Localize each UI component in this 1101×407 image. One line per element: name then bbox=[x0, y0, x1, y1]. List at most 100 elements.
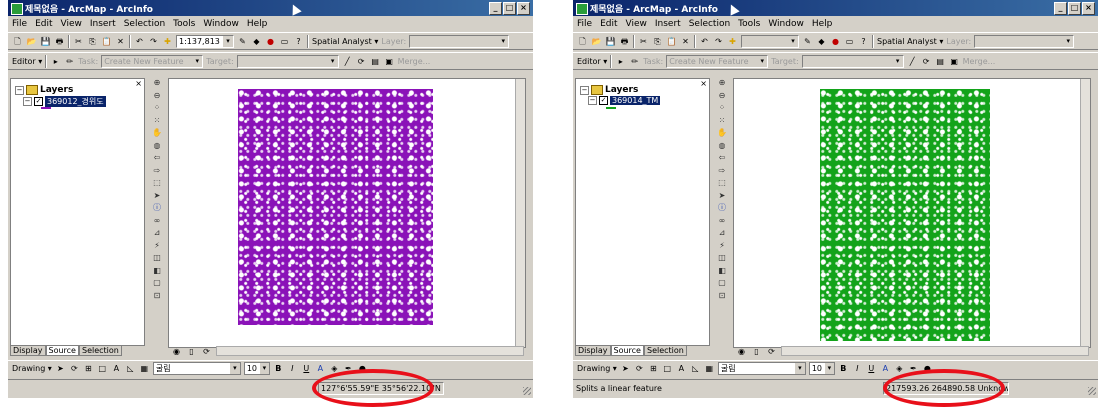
sketch-properties-icon[interactable]: ▣ bbox=[384, 56, 395, 67]
undo-icon[interactable]: ↶ bbox=[134, 36, 145, 47]
select-features-icon[interactable]: ⬚ bbox=[151, 178, 163, 189]
layer-visibility-checkbox[interactable]: ✓ bbox=[34, 97, 43, 106]
chevron-down-icon[interactable]: ▾ bbox=[223, 35, 233, 47]
horizontal-scrollbar[interactable] bbox=[216, 346, 524, 356]
next-extent-icon[interactable]: ⇨ bbox=[716, 166, 728, 177]
tab-display[interactable]: Display bbox=[10, 346, 46, 356]
menu-insert[interactable]: Insert bbox=[90, 19, 116, 29]
new-text-icon[interactable]: A bbox=[111, 363, 122, 374]
spline-text-icon[interactable]: ◺ bbox=[690, 363, 701, 374]
chevron-down-icon[interactable]: ▾ bbox=[327, 55, 338, 67]
spline-text-icon[interactable]: ◺ bbox=[125, 363, 136, 374]
whats-this-icon[interactable]: ? bbox=[293, 36, 304, 47]
copy-icon[interactable]: ⎘ bbox=[87, 36, 98, 47]
tab-display[interactable]: Display bbox=[575, 346, 611, 356]
menu-view[interactable]: View bbox=[61, 19, 82, 29]
close-button[interactable]: × bbox=[1082, 2, 1095, 15]
minimize-button[interactable]: _ bbox=[489, 2, 502, 15]
spatial-analyst-menu[interactable]: Spatial Analyst ▾ bbox=[312, 37, 378, 46]
refresh-icon[interactable]: ⟳ bbox=[201, 346, 212, 357]
map-view[interactable] bbox=[733, 78, 1091, 348]
hyperlink-icon[interactable]: ⚡ bbox=[151, 241, 163, 252]
add-data-icon[interactable]: ✚ bbox=[162, 36, 173, 47]
merge-label[interactable]: Merge... bbox=[398, 57, 431, 66]
redo-icon[interactable]: ↷ bbox=[148, 36, 159, 47]
select-elements-icon[interactable]: ➤ bbox=[151, 191, 163, 202]
print-icon[interactable]: 🖶 bbox=[54, 36, 65, 47]
tab-source[interactable]: Source bbox=[610, 346, 644, 356]
map-scale-combo[interactable]: ▾ bbox=[741, 34, 799, 48]
cut-icon[interactable]: ✂ bbox=[638, 36, 649, 47]
command-line-icon[interactable]: ▭ bbox=[279, 36, 290, 47]
viewer-icon[interactable]: ⊡ bbox=[151, 291, 163, 302]
menu-file[interactable]: File bbox=[12, 19, 27, 29]
chevron-down-icon[interactable]: ▾ bbox=[1063, 35, 1074, 47]
menu-help[interactable]: Help bbox=[247, 19, 268, 29]
menu-tools[interactable]: Tools bbox=[738, 19, 760, 29]
chevron-down-icon[interactable]: ▾ bbox=[757, 55, 768, 67]
refresh-icon[interactable]: ⟳ bbox=[766, 346, 777, 357]
map-scale-combo[interactable]: 1:137,813 ▾ bbox=[176, 34, 234, 48]
layer-name[interactable]: 369012_경위도 bbox=[45, 96, 106, 107]
menu-view[interactable]: View bbox=[626, 19, 647, 29]
save-icon[interactable]: 💾 bbox=[40, 36, 51, 47]
print-icon[interactable]: 🖶 bbox=[619, 36, 630, 47]
chevron-down-icon[interactable]: ▾ bbox=[892, 55, 903, 67]
drawing-menu[interactable]: Drawing ▾ bbox=[12, 364, 52, 373]
fixed-zoom-in-icon[interactable]: ⁘ bbox=[716, 103, 728, 114]
menu-edit[interactable]: Edit bbox=[600, 19, 617, 29]
previous-extent-icon[interactable]: ⇦ bbox=[716, 153, 728, 164]
editor-menu[interactable]: Editor ▾ bbox=[12, 57, 42, 66]
find-binoculars-icon[interactable]: ∞ bbox=[716, 216, 728, 227]
collapse-icon[interactable]: − bbox=[23, 97, 32, 106]
arctoolbox-icon[interactable]: ◆ bbox=[816, 36, 827, 47]
command-line-icon[interactable]: ▭ bbox=[844, 36, 855, 47]
measure-icon[interactable]: ⊿ bbox=[151, 228, 163, 239]
zoom-whole-page-icon[interactable]: ⊞ bbox=[648, 363, 659, 374]
rectangle-icon[interactable]: □ bbox=[97, 363, 108, 374]
font-combo[interactable]: 굴림 ▾ bbox=[717, 362, 806, 375]
underline-icon[interactable]: U bbox=[866, 363, 877, 374]
undo-icon[interactable]: ↶ bbox=[699, 36, 710, 47]
overview-icon[interactable]: ▢ bbox=[151, 278, 163, 289]
menu-selection[interactable]: Selection bbox=[689, 19, 730, 29]
layer-visibility-checkbox[interactable]: ✓ bbox=[599, 96, 608, 105]
rotate-tool-icon[interactable]: ⟳ bbox=[921, 56, 932, 67]
chevron-down-icon[interactable]: ▾ bbox=[229, 363, 240, 374]
zoom-out-icon[interactable]: ⊖ bbox=[151, 91, 163, 102]
title-bar[interactable]: 제목없음 - ArcMap - ArcInfo _ □ × bbox=[8, 0, 533, 16]
delete-icon[interactable]: ✕ bbox=[115, 36, 126, 47]
edit-tool-icon[interactable]: ▸ bbox=[50, 56, 61, 67]
new-document-icon[interactable]: 🗋 bbox=[577, 36, 588, 47]
layout-view-icon[interactable]: ▯ bbox=[751, 346, 762, 357]
layout-view-icon[interactable]: ▯ bbox=[186, 346, 197, 357]
hyperlink-icon[interactable]: ⚡ bbox=[716, 241, 728, 252]
target-combo[interactable]: ▾ bbox=[236, 54, 339, 68]
full-extent-globe-icon[interactable]: ◍ bbox=[716, 141, 728, 152]
chevron-down-icon[interactable]: ▾ bbox=[192, 55, 203, 67]
fill-color-icon[interactable]: ◈ bbox=[894, 363, 905, 374]
sketch-tool-icon[interactable]: ✏ bbox=[64, 56, 75, 67]
select-features-icon[interactable]: ⬚ bbox=[716, 178, 728, 189]
sketch-properties-icon[interactable]: ▣ bbox=[949, 56, 960, 67]
chevron-down-icon[interactable]: ▾ bbox=[794, 363, 805, 374]
select-elements-icon[interactable]: ➤ bbox=[55, 363, 66, 374]
next-extent-icon[interactable]: ⇨ bbox=[151, 166, 163, 177]
rectangle-icon[interactable]: □ bbox=[662, 363, 673, 374]
open-folder-icon[interactable]: 📂 bbox=[591, 36, 602, 47]
resize-grip[interactable] bbox=[523, 387, 531, 395]
split-tool-icon[interactable]: ╱ bbox=[907, 56, 918, 67]
chevron-down-icon[interactable]: ▾ bbox=[788, 35, 798, 47]
italic-icon[interactable]: I bbox=[852, 363, 863, 374]
close-icon[interactable]: × bbox=[700, 79, 707, 88]
spatial-analyst-menu[interactable]: Spatial Analyst ▾ bbox=[877, 37, 943, 46]
pan-hand-icon[interactable]: ✋ bbox=[151, 128, 163, 139]
font-color-icon[interactable]: A bbox=[315, 363, 326, 374]
vertical-scrollbar[interactable] bbox=[1080, 79, 1090, 347]
collapse-icon[interactable]: − bbox=[580, 85, 589, 95]
merge-label[interactable]: Merge... bbox=[963, 57, 996, 66]
tab-source[interactable]: Source bbox=[45, 346, 79, 356]
new-text-icon[interactable]: A bbox=[676, 363, 687, 374]
zoom-in-icon[interactable]: ⊕ bbox=[716, 78, 728, 89]
collapse-icon[interactable]: − bbox=[15, 85, 24, 95]
